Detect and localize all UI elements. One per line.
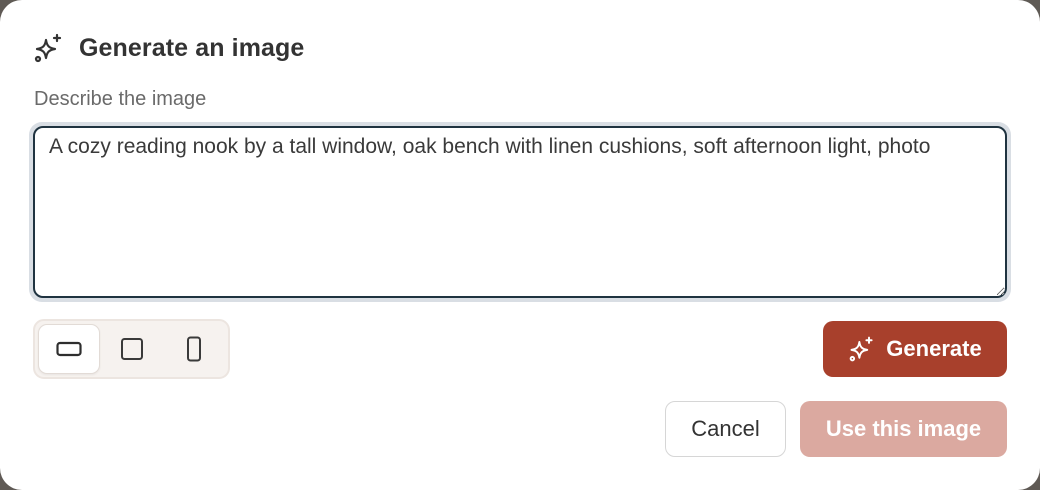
portrait-ratio-button[interactable]	[163, 324, 225, 374]
dialog-header: Generate an image	[33, 31, 304, 65]
prompt-label: Describe the image	[34, 88, 207, 110]
cancel-button[interactable]: Cancel	[665, 401, 786, 457]
aspect-ratio-selector	[33, 319, 230, 379]
prompt-textarea[interactable]: A cozy reading nook by a tall window, oa…	[33, 126, 1007, 298]
landscape-ratio-button[interactable]	[38, 324, 101, 374]
landscape-ratio-icon	[56, 340, 82, 358]
dialog-title: Generate an image	[79, 33, 305, 62]
prompt-focus-ring: A cozy reading nook by a tall window, oa…	[29, 122, 1011, 302]
sparkles-icon	[33, 32, 65, 64]
generate-button-label: Generate	[886, 336, 982, 361]
generate-button[interactable]: Generate	[823, 321, 1007, 377]
use-this-image-button[interactable]: Use this image	[800, 401, 1007, 457]
square-ratio-icon	[120, 337, 144, 361]
sparkles-icon	[848, 335, 876, 363]
portrait-ratio-icon	[186, 336, 202, 362]
generate-image-dialog: Generate an image Describe the image A c…	[0, 0, 1040, 490]
square-ratio-button[interactable]	[100, 324, 162, 374]
